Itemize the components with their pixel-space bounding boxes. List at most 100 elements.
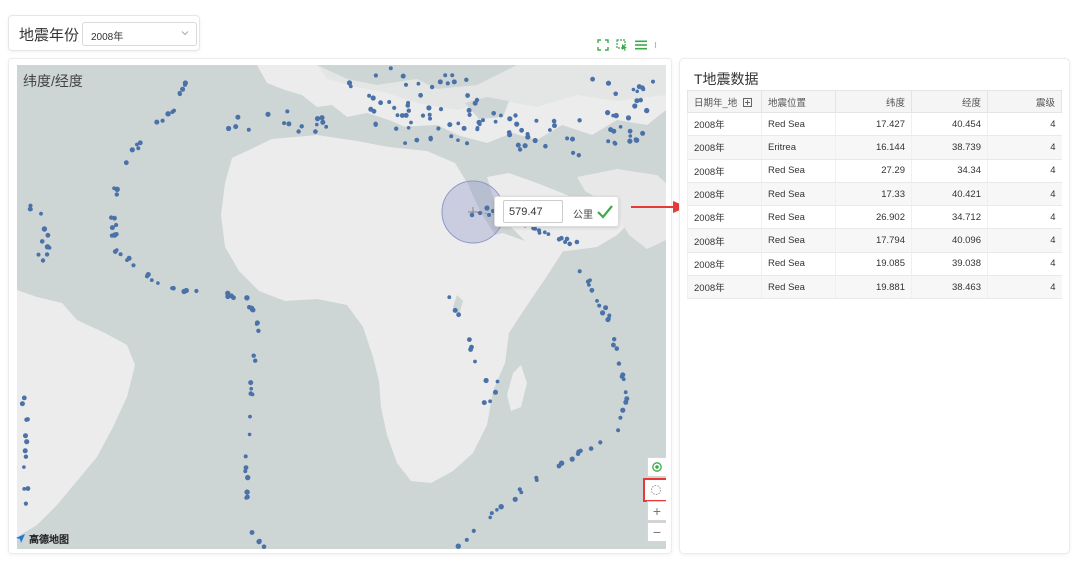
earthquake-point [598,440,603,445]
earthquake-point [165,111,171,117]
locate-control[interactable] [647,457,666,477]
earthquake-point [22,465,26,469]
earthquake-point [567,241,572,247]
earthquake-point [600,310,606,316]
earthquake-point [23,433,28,439]
table-row[interactable]: 2008年 Red Sea 17.427 40.454 4 [687,112,1062,137]
earthquake-point [156,281,160,285]
earthquake-point [403,82,409,87]
earthquake-point [388,66,393,71]
cell-longitude: 38.739 [911,135,988,160]
earthquake-point [246,127,251,132]
cell-latitude: 16.144 [835,135,912,160]
year-select-value: 2008年 [91,32,124,43]
table-row[interactable]: 2008年 Red Sea 17.794 40.096 4 [687,228,1062,253]
earthquake-point [256,328,261,333]
earthquake-point [420,113,426,118]
map-canvas[interactable]: 纬度/经度 + − [17,65,666,549]
earthquake-point [443,73,448,78]
earthquake-point [194,288,199,294]
earthquake-point [636,84,642,90]
table-row[interactable]: 2008年 Red Sea 19.085 39.038 4 [687,252,1062,277]
earthquake-point [438,107,444,112]
earthquake-point [282,121,287,126]
earthquake-point [137,140,143,146]
more-vertical-icon[interactable] [654,39,660,51]
earthquake-point [233,124,239,130]
earthquake-point [481,118,485,123]
distance-input[interactable] [503,200,563,223]
earthquake-point [248,414,252,419]
column-header-magnitude[interactable]: 震级 [987,90,1062,113]
earthquake-point [605,80,612,86]
zoom-in-button[interactable]: + [647,501,666,521]
cell-date: 2008年 [687,112,762,137]
cell-latitude: 19.085 [835,252,912,277]
earthquake-point [576,153,581,158]
earthquake-point [565,136,570,141]
earthquake-point [546,232,551,237]
earthquake-point [543,143,548,149]
earthquake-point [611,342,616,348]
earthquake-point [324,124,329,129]
check-icon[interactable] [596,204,614,219]
earthquake-point [114,222,119,228]
table-row[interactable]: 2008年 Red Sea 26.902 34.712 4 [687,205,1062,230]
earthquake-point [123,160,129,166]
column-header-longitude[interactable]: 经度 [911,90,988,113]
earthquake-point [467,337,472,342]
cell-magnitude: 4 [987,252,1062,277]
earthquake-point [251,353,256,358]
earthquake-point [248,380,254,386]
box-select-icon[interactable] [616,39,628,51]
column-header-location[interactable]: 地震位置 [761,90,836,113]
lasso-select-control[interactable] [643,478,666,502]
earthquake-point [19,401,25,407]
earthquake-point [489,511,494,516]
filter-label: 地震年份 [19,27,80,44]
table-row[interactable]: 2008年 Red Sea 19.881 38.463 4 [687,275,1062,300]
earthquake-point [450,73,455,78]
table-row[interactable]: 2008年 Eritrea 16.144 38.739 4 [687,135,1062,160]
earthquake-point [616,428,621,433]
earthquake-point [24,417,29,422]
earthquake-point [473,359,477,364]
earthquake-point [625,115,632,121]
earthquake-point [455,543,461,549]
earthquake-point [299,124,304,129]
cell-magnitude: 4 [987,159,1062,183]
cell-date: 2008年 [687,205,762,230]
earthquake-point [245,474,251,481]
earthquake-point [623,390,628,395]
cell-location: Red Sea [761,275,836,300]
earthquake-point [491,111,497,116]
earthquake-point [465,93,470,98]
earthquake-point [370,95,376,101]
column-header-latitude[interactable]: 纬度 [835,90,912,113]
earthquake-point [635,89,639,94]
expand-icon[interactable] [743,97,753,107]
earthquake-point [265,111,271,117]
earthquake-point [39,211,43,216]
fullscreen-icon[interactable] [597,39,609,51]
table-row[interactable]: 2008年 Red Sea 27.29 34.34 4 [687,159,1062,183]
zoom-out-button[interactable]: − [647,522,666,542]
year-select[interactable]: 2008年 [82,22,197,46]
earthquake-point [483,377,489,384]
list-icon[interactable] [635,39,647,51]
earthquake-point [22,448,28,454]
earthquake-point [542,230,547,235]
column-header-date[interactable]: 日期年_地 [687,90,762,113]
earthquake-point [41,226,48,232]
earthquake-point [620,372,626,378]
table-row[interactable]: 2008年 Red Sea 17.33 40.421 4 [687,182,1062,207]
earthquake-point [603,305,609,311]
earthquake-point [612,337,617,342]
earthquake-point [114,186,120,192]
earthquake-point [618,125,623,129]
earthquake-point [181,288,187,295]
earthquake-point [114,232,119,237]
earthquake-point [466,107,472,113]
earthquake-point [481,400,487,406]
cell-latitude: 19.881 [835,275,912,300]
